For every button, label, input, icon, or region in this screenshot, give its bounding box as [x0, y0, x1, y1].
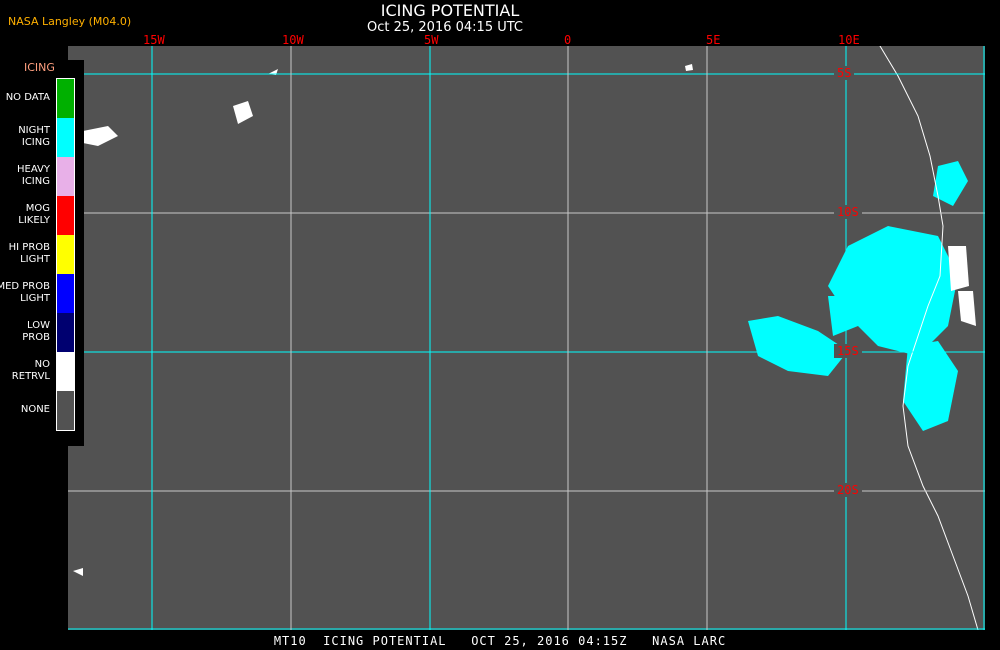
- lon-label: 10E: [838, 33, 860, 47]
- lat-label: 10S: [834, 205, 862, 219]
- legend-label: HI PROB LIGHT: [0, 242, 50, 266]
- legend-label: NONE: [0, 404, 50, 416]
- legend-label: MED PROB LIGHT: [0, 281, 50, 305]
- legend-swatch: [57, 313, 74, 352]
- legend-label: LOW PROB: [0, 320, 50, 344]
- legend-swatch: [57, 79, 74, 118]
- legend-swatch: [57, 352, 74, 391]
- lon-label: 10W: [282, 33, 304, 47]
- footer-caption: MT10 ICING POTENTIAL OCT 25, 2016 04:15Z…: [273, 634, 727, 648]
- gridlines: [68, 46, 985, 630]
- legend-label: HEAVY ICING: [0, 164, 50, 188]
- legend-label-line: HEAVY: [17, 164, 50, 175]
- legend-swatch: [57, 118, 74, 157]
- credit-label: NASA Langley (M04.0): [8, 15, 132, 28]
- legend-label-line: MOG: [25, 203, 50, 214]
- legend-swatch: [57, 391, 74, 430]
- night-icing-areas: [748, 161, 968, 431]
- lon-label: 0: [564, 33, 572, 47]
- legend-label-line: LIKELY: [18, 215, 50, 226]
- legend-title: ICING: [24, 61, 55, 74]
- legend-label-line: HI PROB: [8, 242, 50, 253]
- satellite-map: 5S 10S 15S 20S: [68, 46, 985, 630]
- legend-label-line: PROB: [22, 332, 50, 343]
- legend-label-line: NO: [34, 359, 50, 370]
- lat-label: 20S: [834, 483, 862, 497]
- legend-label-line: ICING: [21, 176, 50, 187]
- lat-label: 15S: [834, 344, 862, 358]
- legend-swatch: [57, 274, 74, 313]
- lon-label: 5E: [706, 33, 721, 47]
- legend-swatch: [57, 235, 74, 274]
- legend-label-line: NO DATA: [5, 92, 50, 103]
- lon-label: 15W: [143, 33, 165, 47]
- legend-label: NO DATA: [0, 92, 50, 104]
- map-title: ICING POTENTIAL: [380, 1, 520, 20]
- map-overlay: [68, 46, 985, 630]
- legend-swatch: [57, 196, 74, 235]
- legend-label-line: MED PROB: [0, 281, 50, 292]
- legend-label-line: ICING: [21, 137, 50, 148]
- legend-label-line: LOW: [27, 320, 50, 331]
- lon-label: 5W: [424, 33, 439, 47]
- legend-label: NO RETRVL: [0, 359, 50, 383]
- legend-colorbar: [56, 78, 75, 431]
- legend-label-line: RETRVL: [11, 371, 50, 382]
- legend-label-line: LIGHT: [20, 293, 50, 304]
- lat-label: 5S: [834, 66, 855, 80]
- legend-label-line: NIGHT: [18, 125, 50, 136]
- legend-label-line: LIGHT: [20, 254, 50, 265]
- legend-label: MOG LIKELY: [0, 203, 50, 227]
- legend-label-line: NONE: [20, 404, 50, 415]
- legend-label: NIGHT ICING: [0, 125, 50, 149]
- legend-swatch: [57, 157, 74, 196]
- map-datetime: Oct 25, 2016 04:15 UTC: [367, 20, 523, 35]
